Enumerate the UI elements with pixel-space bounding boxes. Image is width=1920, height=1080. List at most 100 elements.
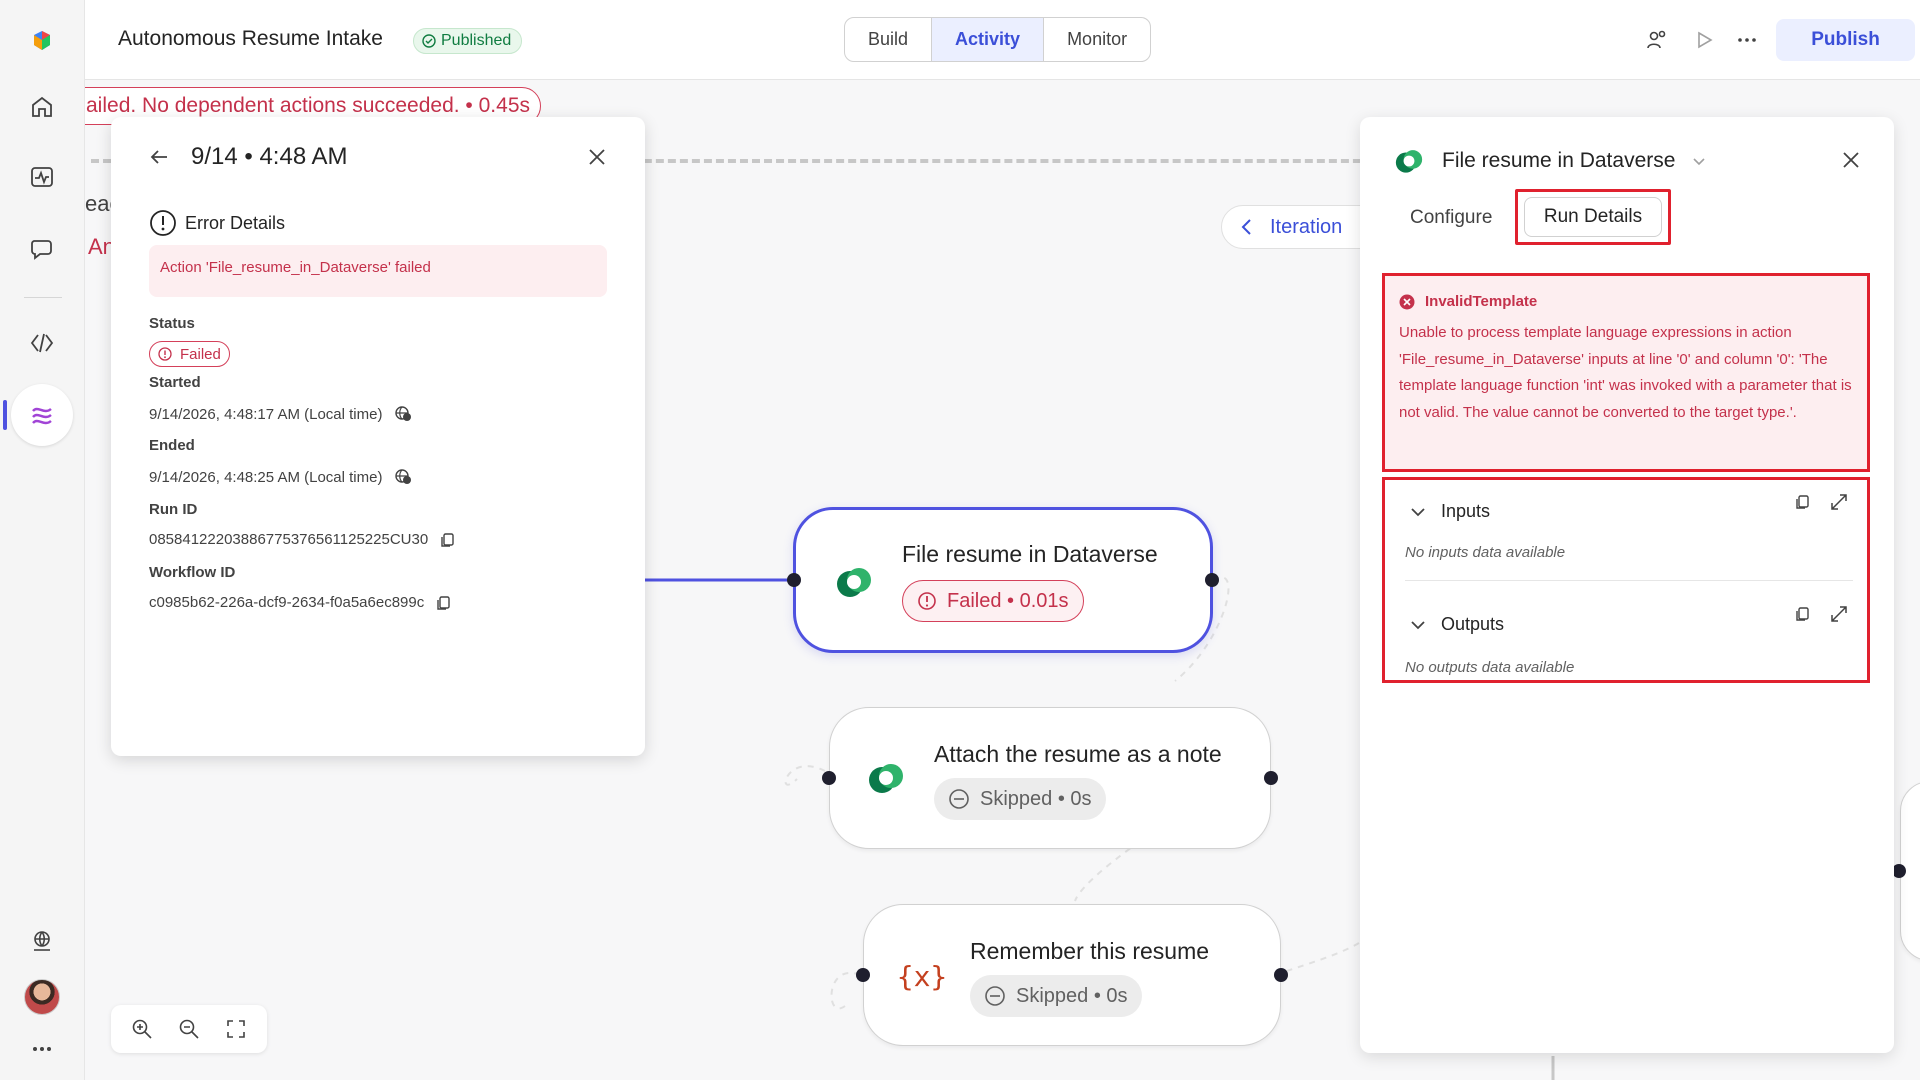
play-icon[interactable] (1690, 26, 1718, 54)
copy-icon[interactable] (1793, 492, 1813, 512)
action-detail-panel: File resume in Dataverse Configure Run D… (1360, 117, 1894, 1053)
left-rail (0, 0, 85, 1080)
workflow-id-value: c0985b62-226a-dcf9-2634-f0a5a6ec899c (149, 594, 452, 611)
io-panel: Inputs No inputs data available Outputs … (1382, 477, 1870, 683)
node-status-text: Skipped • 0s (980, 787, 1092, 810)
dataverse-icon (864, 756, 908, 800)
error-description: Unable to process template language expr… (1399, 324, 1852, 421)
detail-header: File resume in Dataverse (1392, 144, 1707, 178)
globe-clock-icon[interactable] (394, 468, 412, 486)
tab-monitor[interactable]: Monitor (1044, 18, 1150, 61)
node-input-port[interactable] (787, 573, 801, 587)
close-icon[interactable] (583, 143, 611, 171)
zoom-in-icon[interactable] (129, 1016, 155, 1042)
error-x-icon (1399, 294, 1415, 309)
publish-button[interactable]: Publish (1776, 19, 1915, 61)
node-title: Attach the resume as a note (934, 741, 1222, 767)
node-status-skipped: Skipped • 0s (970, 975, 1142, 1017)
view-tabs: Build Activity Monitor (844, 17, 1152, 62)
node-output-port[interactable] (1264, 771, 1278, 785)
node-attach-note[interactable]: Attach the resume as a note Skipped • 0s (822, 707, 1278, 849)
node-status-text: Failed • 0.01s (947, 589, 1069, 612)
node-file-resume[interactable]: File resume in Dataverse Failed • 0.01s (787, 507, 1219, 653)
expand-icon[interactable] (1829, 492, 1849, 512)
started-text: 9/14/2026, 4:48:17 AM (Local time) (149, 405, 383, 423)
globe-icon[interactable] (21, 920, 63, 962)
node-status-text: Skipped • 0s (1016, 984, 1128, 1007)
outputs-section: Outputs No outputs data available (1385, 582, 1867, 682)
activity-icon[interactable] (21, 156, 63, 198)
app-logo-icon[interactable] (21, 20, 63, 62)
error-circle-icon (918, 592, 936, 610)
tab-activity[interactable]: Activity (932, 18, 1045, 61)
node-remember-resume[interactable]: {x} Remember this resume Skipped • 0s (856, 904, 1288, 1046)
chevron-down-icon[interactable] (1691, 153, 1707, 169)
inputs-header[interactable]: Inputs (1409, 501, 1490, 522)
started-value: 9/14/2026, 4:48:17 AM (Local time) (149, 405, 412, 423)
inputs-label: Inputs (1441, 501, 1491, 521)
close-icon[interactable] (1838, 147, 1864, 173)
inputs-section: Inputs No inputs data available (1385, 480, 1867, 580)
status-badge: Failed (149, 341, 230, 367)
globe-clock-icon[interactable] (394, 405, 412, 423)
node-status-skipped: Skipped • 0s (934, 778, 1106, 820)
run-id-text: 08584122203886775376561125225CU30 (149, 531, 429, 548)
outputs-label: Outputs (1441, 614, 1505, 634)
error-message-box: Action 'File_resume_in_Dataverse' failed (149, 245, 607, 297)
error-circle-icon (158, 347, 172, 361)
workflow-id-label: Workflow ID (149, 564, 236, 581)
check-circle-icon (422, 34, 436, 48)
chevron-down-icon (1411, 507, 1425, 516)
more-options-icon[interactable] (1733, 26, 1761, 54)
code-icon[interactable] (21, 322, 63, 364)
published-badge: Published (413, 28, 523, 54)
section-divider (1405, 580, 1853, 581)
dataverse-icon (1395, 150, 1423, 173)
user-avatar[interactable] (24, 979, 60, 1015)
skipped-icon (985, 986, 1005, 1006)
node-input-port[interactable] (1892, 864, 1906, 878)
error-details-heading: Error Details (149, 209, 285, 237)
tab-build[interactable]: Build (845, 18, 933, 61)
zoom-out-icon[interactable] (176, 1016, 202, 1042)
node-output-port[interactable] (1205, 573, 1219, 587)
run-id-label: Run ID (149, 501, 198, 518)
run-id-value: 08584122203886775376561125225CU30 (149, 531, 456, 548)
home-icon[interactable] (21, 86, 63, 128)
outputs-actions (1793, 604, 1849, 624)
chat-icon[interactable] (21, 228, 63, 270)
error-details-label: Error Details (185, 212, 286, 233)
node-input-port[interactable] (856, 968, 870, 982)
outputs-header[interactable]: Outputs (1409, 614, 1504, 635)
ended-value: 9/14/2026, 4:48:25 AM (Local time) (149, 468, 412, 486)
skipped-icon (949, 789, 969, 809)
ended-label: Ended (149, 437, 195, 454)
published-label: Published (441, 32, 512, 49)
error-code: InvalidTemplate (1425, 293, 1538, 310)
fit-view-icon[interactable] (223, 1016, 249, 1042)
agent-title: Autonomous Resume Intake (118, 27, 383, 50)
run-timestamp: 9/14 • 4:48 AM (191, 143, 348, 170)
people-settings-icon[interactable] (1643, 26, 1671, 54)
flows-icon[interactable] (11, 384, 73, 446)
node-output-port[interactable] (1274, 968, 1288, 982)
node-title: File resume in Dataverse (902, 541, 1158, 567)
variable-icon: {x} (896, 959, 948, 993)
status-label: Status (149, 315, 195, 332)
copy-icon[interactable] (436, 595, 452, 611)
status-value: Failed (180, 345, 221, 363)
node-partial-offscreen[interactable] (1892, 781, 1920, 961)
copy-icon[interactable] (1793, 604, 1813, 624)
ended-text: 9/14/2026, 4:48:25 AM (Local time) (149, 468, 383, 486)
run-panel-header: 9/14 • 4:48 AM (147, 143, 348, 171)
node-input-port[interactable] (822, 771, 836, 785)
tab-run-details[interactable]: Run Details (1524, 197, 1662, 237)
more-icon[interactable] (21, 1028, 63, 1070)
highlight-box-tab: Run Details (1515, 189, 1671, 245)
tab-configure[interactable]: Configure (1410, 207, 1492, 229)
detail-title: File resume in Dataverse (1442, 149, 1676, 172)
rail-divider (24, 297, 62, 298)
back-arrow-icon[interactable] (147, 145, 171, 169)
expand-icon[interactable] (1829, 604, 1849, 624)
copy-icon[interactable] (440, 532, 456, 548)
